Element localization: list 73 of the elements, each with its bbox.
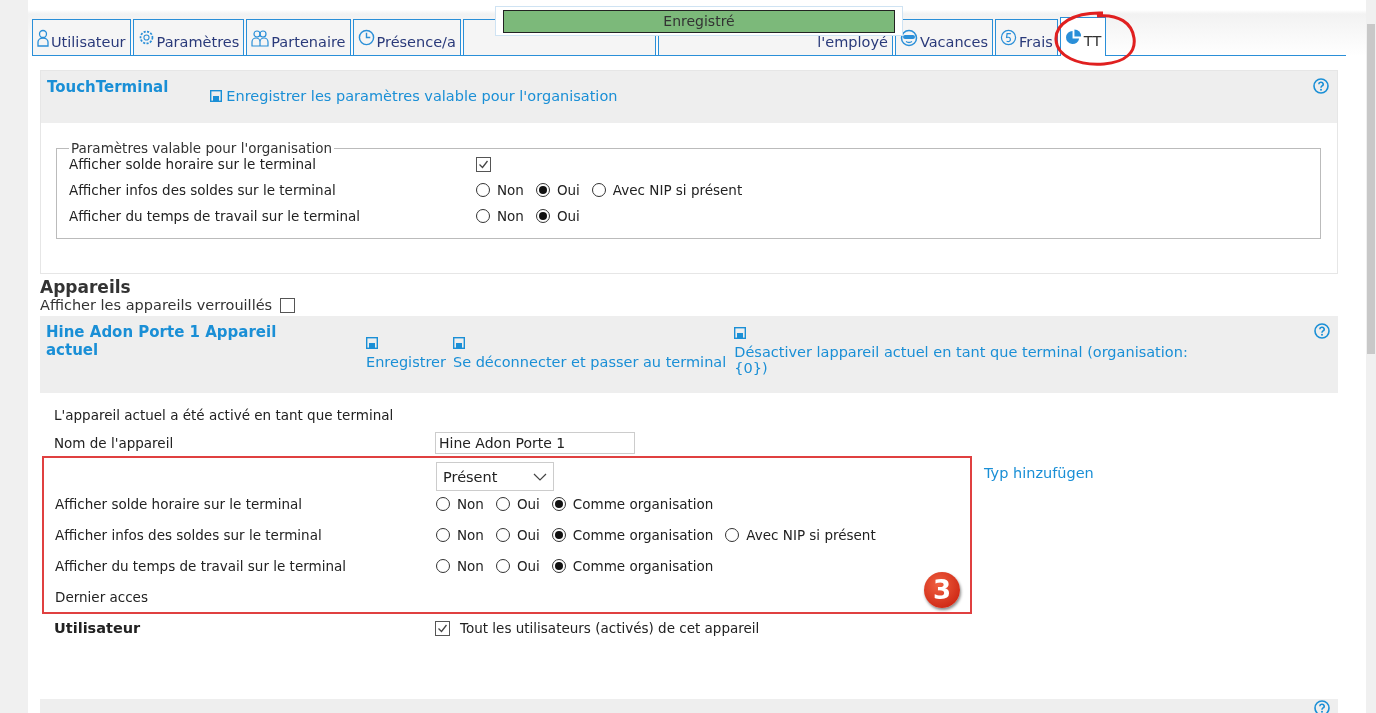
radio-label[interactable]: Comme organisation bbox=[572, 496, 714, 512]
type-dropdown[interactable]: Présent bbox=[436, 462, 554, 491]
radio-label[interactable]: Non bbox=[457, 527, 484, 543]
radio-button[interactable] bbox=[551, 528, 566, 542]
radio-button[interactable] bbox=[495, 528, 510, 542]
radio-button[interactable] bbox=[535, 183, 550, 197]
section-heading: Appareils bbox=[40, 277, 131, 297]
radio-label[interactable]: Oui bbox=[516, 496, 540, 512]
radio-label[interactable]: Comme organisation bbox=[572, 558, 714, 574]
status-text: L'appareil actuel a été activé en tant que terminal bbox=[54, 407, 395, 423]
device-title: Hine Adon Porte 1 Appareil actuel bbox=[46, 323, 278, 359]
setting-label: Afficher infos des soldes sur le terminal bbox=[69, 182, 337, 198]
radio-button[interactable] bbox=[436, 497, 450, 511]
checkbox[interactable] bbox=[476, 156, 491, 172]
setting-label: Afficher solde horaire sur le terminal bbox=[69, 156, 318, 172]
field-label: Utilisateur bbox=[54, 620, 142, 636]
radio-label[interactable]: Non bbox=[457, 496, 484, 512]
chevron-down-icon bbox=[533, 472, 547, 481]
setting-label: Afficher du temps de travail sur le terminal bbox=[69, 208, 361, 224]
section-title: TouchTerminal bbox=[47, 78, 169, 96]
radio-button[interactable] bbox=[551, 497, 566, 511]
field-label: Nom de l'appareil bbox=[54, 435, 175, 451]
radio-label[interactable]: Avec NIP si présent bbox=[746, 527, 876, 543]
radio-button[interactable] bbox=[495, 497, 510, 511]
radio-label[interactable]: Oui bbox=[516, 558, 540, 574]
radio-label[interactable]: Comme organisation bbox=[572, 527, 714, 543]
checkbox[interactable] bbox=[435, 620, 450, 636]
radio-label[interactable]: Non bbox=[457, 558, 484, 574]
radio-label[interactable]: Non bbox=[497, 182, 524, 198]
help-icon[interactable] bbox=[1313, 78, 1329, 94]
clock-icon bbox=[357, 29, 375, 46]
saved-notification: Enregistré bbox=[503, 10, 895, 33]
device-name-field[interactable]: Hine Adon Porte 1 bbox=[435, 432, 635, 454]
radio-label[interactable]: Non bbox=[497, 208, 524, 224]
tab[interactable]: Présence/a bbox=[352, 19, 461, 55]
setting-label: Afficher solde horaire sur le terminal bbox=[55, 496, 304, 512]
setting-label: Dernier acces bbox=[55, 589, 149, 605]
tab[interactable]: Paramètres bbox=[132, 19, 245, 55]
tab[interactable]: Frais bbox=[995, 19, 1058, 55]
radio-button[interactable] bbox=[476, 183, 490, 197]
tab[interactable]: Partenaire bbox=[246, 19, 351, 55]
radio-label[interactable]: Avec NIP si présent bbox=[612, 182, 743, 198]
user-icon bbox=[37, 28, 49, 47]
number-badge: 3 bbox=[924, 572, 960, 608]
setting-label: Afficher du temps de travail sur le terminal bbox=[55, 558, 347, 574]
checkbox-label: Afficher les appareils verrouillés bbox=[40, 297, 273, 313]
radio-button[interactable] bbox=[551, 559, 566, 573]
scrollbar-thumb[interactable] bbox=[1367, 24, 1375, 354]
sunglasses-face-icon bbox=[899, 28, 918, 47]
checkbox[interactable] bbox=[280, 297, 296, 313]
radio-button[interactable] bbox=[436, 559, 450, 573]
radio-button[interactable] bbox=[725, 528, 740, 542]
pie-chart-icon bbox=[1064, 28, 1082, 46]
checkbox-label: Tout les utilisateurs (activés) de cet appareil bbox=[460, 620, 760, 636]
radio-button[interactable] bbox=[591, 183, 606, 197]
radio-label[interactable]: Oui bbox=[516, 527, 540, 543]
gear-icon bbox=[137, 29, 155, 46]
radio-label[interactable]: Oui bbox=[556, 182, 580, 198]
radio-button[interactable] bbox=[436, 528, 450, 542]
tab[interactable]: TT bbox=[1059, 17, 1107, 56]
help-icon[interactable] bbox=[1314, 700, 1330, 713]
radio-button[interactable] bbox=[495, 559, 510, 573]
add-type-link[interactable]: Typ hinzufügen bbox=[984, 465, 1094, 481]
tab[interactable]: Vacances bbox=[894, 19, 994, 55]
tab[interactable]: Utilisateur bbox=[32, 19, 131, 55]
fieldset-legend: Paramètres valable pour l'organisation bbox=[69, 140, 335, 156]
radio-label[interactable]: Oui bbox=[556, 208, 580, 224]
help-icon[interactable] bbox=[1314, 323, 1330, 339]
people-icon bbox=[251, 28, 270, 47]
coin-icon bbox=[1000, 29, 1018, 46]
setting-label: Afficher infos des soldes sur le terminal bbox=[55, 527, 323, 543]
radio-button[interactable] bbox=[535, 209, 550, 223]
radio-button[interactable] bbox=[476, 209, 490, 223]
